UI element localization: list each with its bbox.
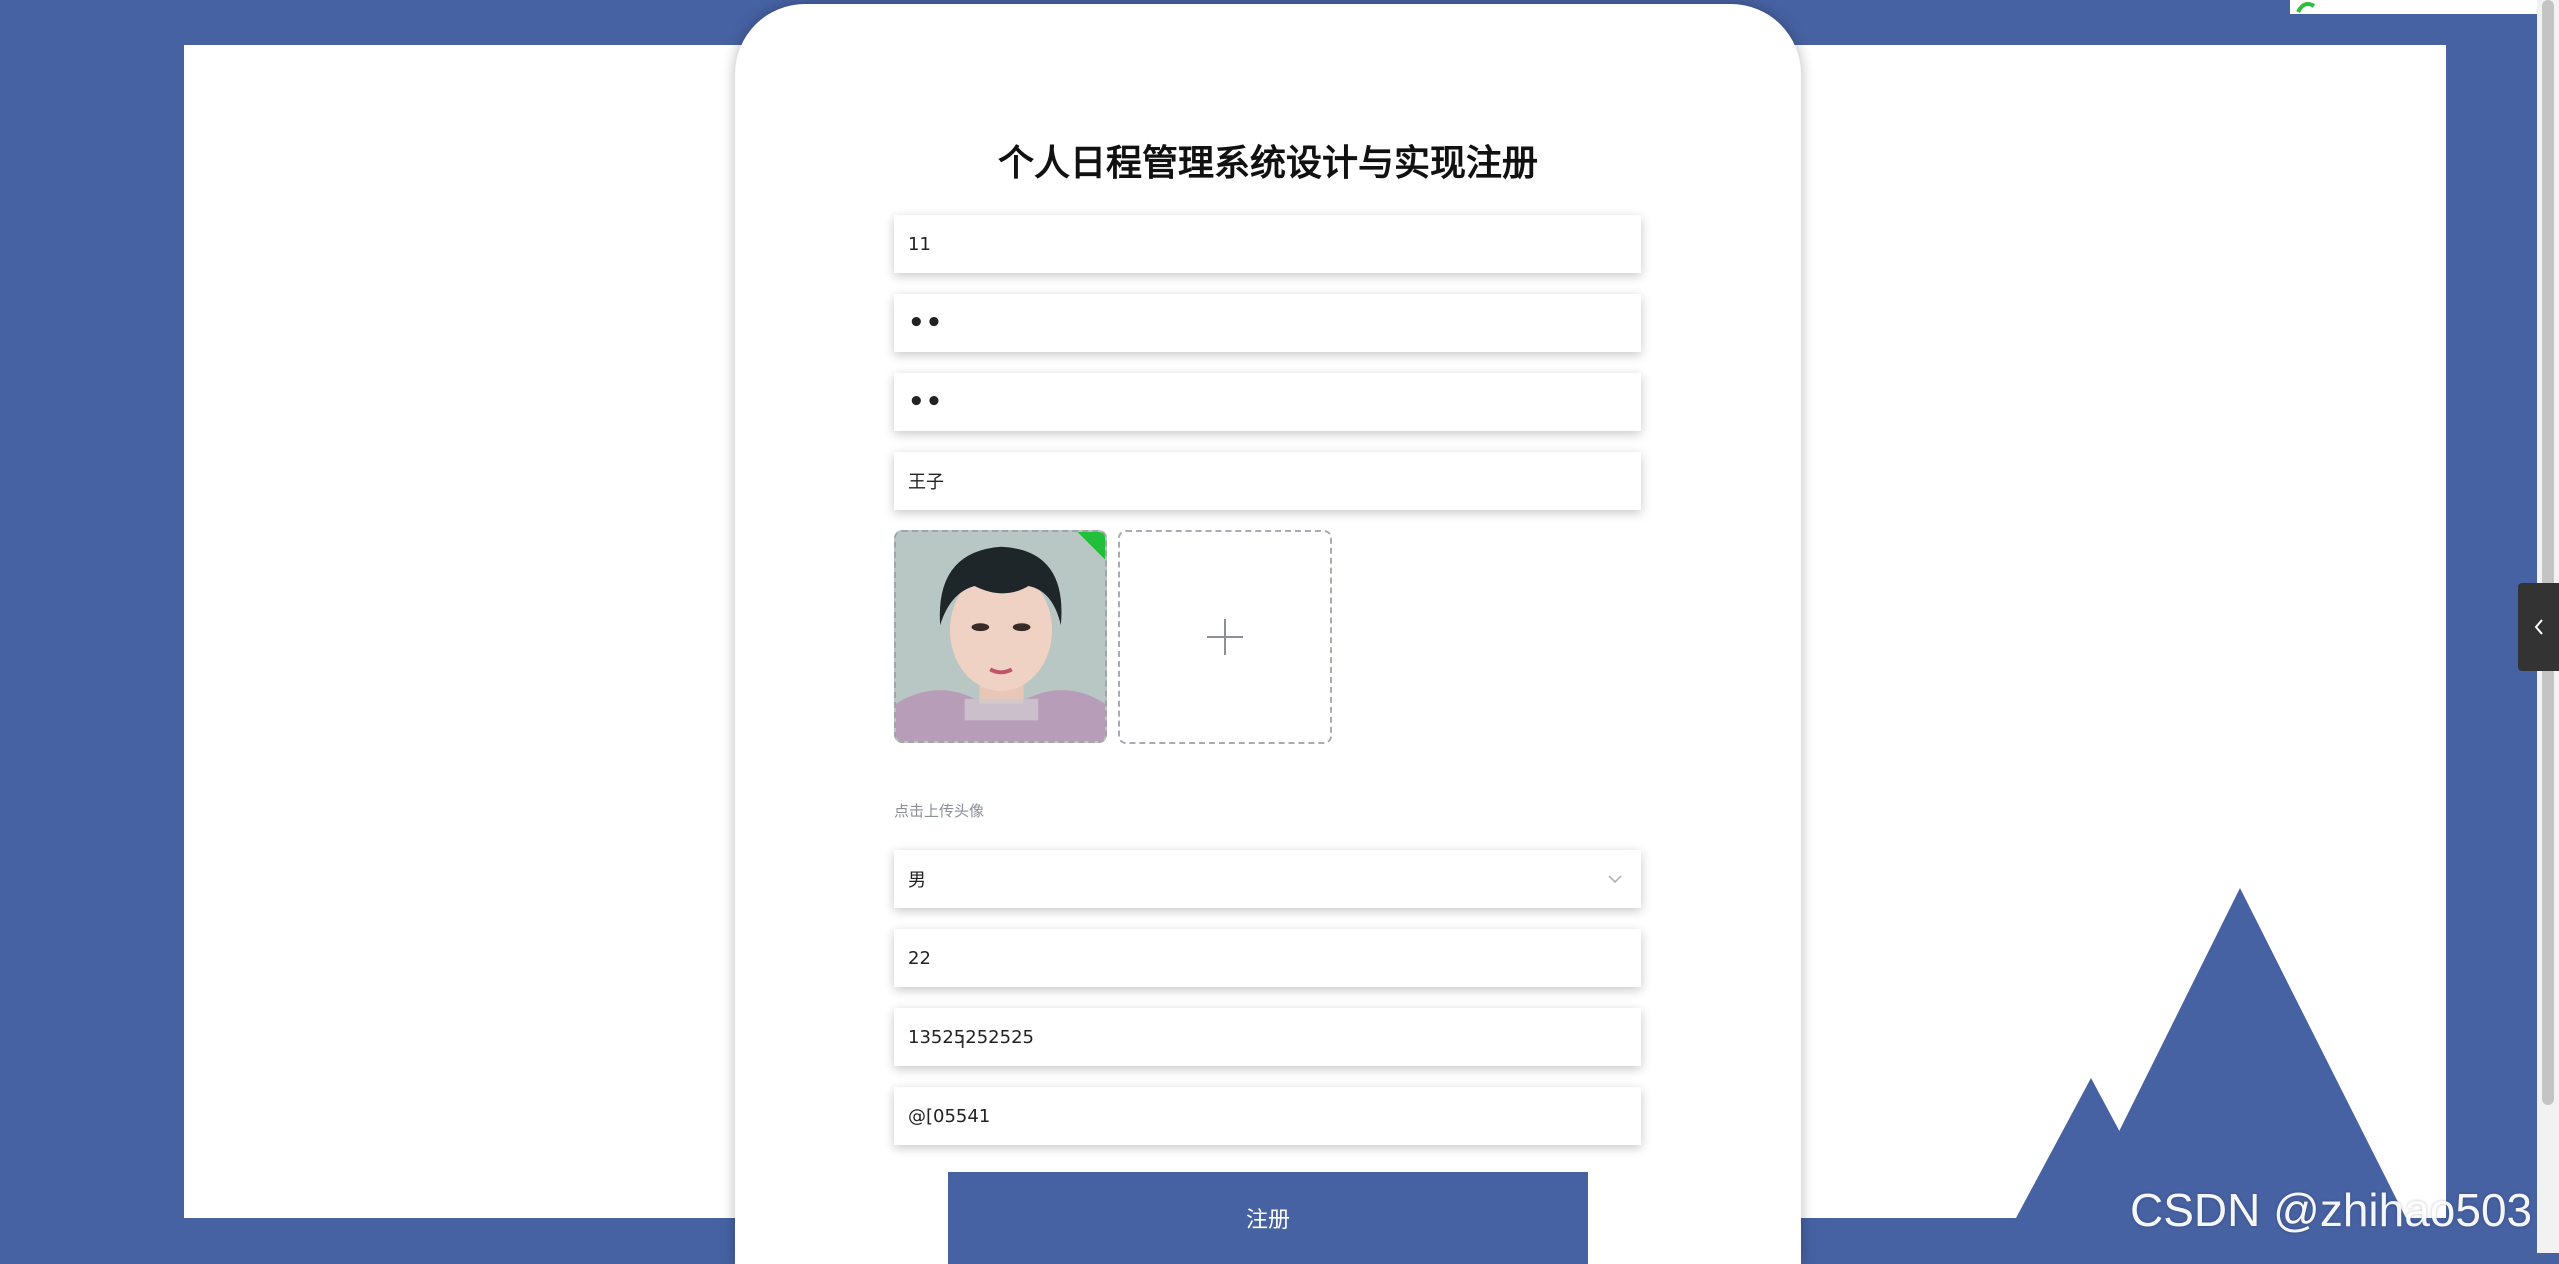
age-input[interactable]: 22 (894, 929, 1641, 987)
status-icon (2296, 2, 2316, 13)
page-title: 个人日程管理系统设计与实现注册 (997, 143, 1538, 184)
text-cursor-icon: I (960, 1032, 966, 1053)
confirm-password-input[interactable]: •• (894, 373, 1641, 431)
chevron-down-icon (1608, 875, 1622, 884)
gender-select[interactable]: 男 (894, 850, 1641, 908)
email-input[interactable]: @[05541 (894, 1087, 1641, 1145)
register-button[interactable]: 注册 (948, 1172, 1588, 1264)
gender-value: 男 (908, 870, 926, 891)
chevron-left-icon (2534, 619, 2543, 635)
side-collapse-button[interactable] (2518, 583, 2559, 671)
browser-widget (2290, 0, 2559, 14)
upload-avatar-button[interactable] (1118, 530, 1332, 744)
plus-icon (1207, 619, 1243, 655)
password-input[interactable]: •• (894, 294, 1641, 352)
avatar-preview[interactable] (894, 530, 1107, 743)
watermark: CSDN @zhihao503 (2130, 1184, 2533, 1236)
upload-hint: 点击上传头像 (894, 802, 985, 820)
phone-value: 13525252525 (908, 1026, 1034, 1048)
name-input[interactable]: 王子 (894, 452, 1641, 510)
register-card: 个人日程管理系统设计与实现注册 11 •• •• 王子 点击上传头像 男 22 (735, 4, 1801, 1264)
username-input[interactable]: 11 (894, 215, 1641, 273)
mountain-decoration (2016, 888, 2406, 1218)
scrollbar-thumb[interactable] (2542, 0, 2554, 1105)
avatar-image (896, 532, 1105, 741)
phone-input[interactable]: 13525252525 I (894, 1008, 1641, 1066)
